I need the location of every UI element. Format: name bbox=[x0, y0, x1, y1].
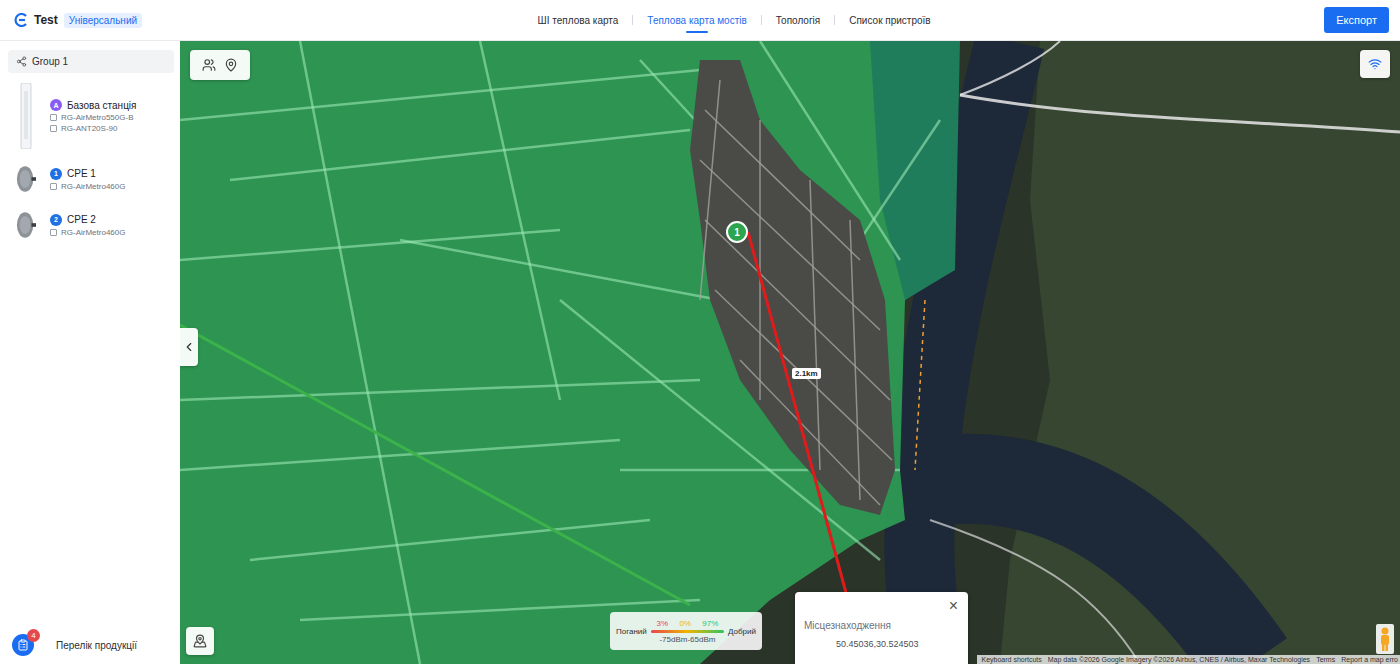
project-badge: Універсальний bbox=[64, 13, 142, 28]
model-icon bbox=[50, 125, 57, 132]
project-title: Test bbox=[34, 13, 58, 27]
device-model: RG-AirMetro460G bbox=[50, 182, 125, 191]
app-window: Test Універсальний ШІ теплова карта Теплова… bbox=[0, 0, 1400, 664]
legend-shares: 3% 0% 97% bbox=[651, 619, 724, 628]
popup-coords: 50.45036,30.524503 bbox=[804, 639, 958, 649]
export-button[interactable]: Експорт bbox=[1324, 7, 1389, 33]
device-list: A Базова станція RG-AirMetro550G-B RG-ANT20… bbox=[8, 73, 174, 241]
map-pinned-icon bbox=[193, 634, 207, 648]
device-label: CPE 1 bbox=[67, 168, 96, 179]
device-model: RG-AirMetro460G bbox=[50, 228, 125, 237]
location-popup: × Місцезнаходження 50.45036,30.524503 bbox=[795, 592, 968, 664]
pegman-icon bbox=[1376, 624, 1394, 654]
signal-legend: Поганий 3% 0% 97% -75dBm-65dBm Добрий bbox=[610, 612, 762, 650]
model-label: RG-AirMetro460G bbox=[61, 182, 125, 191]
legend-share: 3% bbox=[656, 619, 668, 628]
model-icon bbox=[50, 183, 57, 190]
device-name: 2 CPE 2 bbox=[50, 214, 125, 226]
map-canvas[interactable] bbox=[180, 41, 1400, 664]
base-station-icon bbox=[19, 83, 33, 149]
location-button[interactable] bbox=[186, 627, 214, 655]
device-thumb bbox=[16, 163, 36, 195]
map-attribution: Keyboard shortcuts Map data ©2026 Google … bbox=[977, 655, 1400, 664]
attribution-item[interactable]: Report a map erro bbox=[1341, 656, 1398, 663]
top-bar: Test Універсальний ШІ теплова карта Теплова… bbox=[0, 0, 1400, 41]
model-icon bbox=[50, 114, 57, 121]
legend-scale: 3% 0% 97% -75dBm-65dBm bbox=[651, 619, 724, 644]
legend-bar bbox=[651, 630, 724, 633]
device-thumb bbox=[16, 209, 36, 241]
tab[interactable]: Список пристроїв bbox=[849, 7, 930, 34]
model-icon bbox=[50, 229, 57, 236]
map-pin-icon[interactable] bbox=[224, 58, 238, 72]
brand: Test Універсальний bbox=[14, 13, 344, 28]
device-text: 2 CPE 2 RG-AirMetro460G bbox=[50, 214, 125, 237]
pegman[interactable] bbox=[1376, 624, 1394, 654]
legend-share: 0% bbox=[679, 619, 691, 628]
device-item[interactable]: 2 CPE 2 RG-AirMetro460G bbox=[16, 209, 174, 241]
tab[interactable]: Топологія bbox=[776, 7, 820, 34]
device-item[interactable]: 1 CPE 1 RG-AirMetro460G bbox=[16, 163, 174, 195]
tab[interactable]: ШІ теплова карта bbox=[538, 7, 619, 34]
legend-good: Добрий bbox=[728, 627, 756, 636]
attribution-item[interactable]: Map data ©2026 Google Imagery ©2026 Airb… bbox=[1048, 656, 1310, 663]
legend-bad: Поганий bbox=[616, 627, 647, 636]
attribution-item[interactable]: Keyboard shortcuts bbox=[981, 656, 1041, 663]
device-label: CPE 2 bbox=[67, 214, 96, 225]
map-tools bbox=[190, 50, 250, 80]
device-name: A Базова станція bbox=[50, 99, 137, 111]
map[interactable]: 1 2.1km Поганий 3% 0% 97% -75dBm-65dBm Добрий × М… bbox=[180, 41, 1400, 664]
device-model: RG-AirMetro550G-B bbox=[50, 113, 137, 122]
signal-icon bbox=[1368, 57, 1382, 71]
device-node[interactable]: 1 bbox=[726, 221, 748, 243]
device-marker: 2 bbox=[50, 214, 62, 226]
group-row[interactable]: Group 1 bbox=[8, 50, 174, 73]
sidebar: Group 1 A Базова станція RG-AirMetro550G-B R… bbox=[0, 41, 180, 664]
tab-separator bbox=[632, 15, 633, 25]
share-icon bbox=[16, 56, 27, 67]
legend-share: 97% bbox=[702, 619, 718, 628]
device-marker: 1 bbox=[50, 168, 62, 180]
products-label: Перелік продукції bbox=[56, 640, 137, 651]
chevron-left-icon bbox=[182, 340, 196, 354]
group-label: Group 1 bbox=[32, 56, 68, 67]
tab[interactable]: Теплова карта мостів bbox=[647, 7, 746, 34]
clipboard-icon bbox=[17, 639, 29, 651]
tab-separator bbox=[834, 15, 835, 25]
popup-title: Місцезнаходження bbox=[804, 620, 958, 631]
products-icon-wrap: 4 bbox=[12, 634, 34, 656]
logo-icon bbox=[14, 13, 28, 27]
device-thumb bbox=[16, 83, 36, 149]
device-model: RG-ANT20S-90 bbox=[50, 124, 137, 133]
link-distance: 2.1km bbox=[792, 368, 821, 379]
users-icon[interactable] bbox=[202, 58, 216, 72]
popup-close[interactable]: × bbox=[949, 598, 958, 614]
model-label: RG-AirMetro460G bbox=[61, 228, 125, 237]
cpe-dish-icon bbox=[16, 210, 36, 240]
device-text: 1 CPE 1 RG-AirMetro460G bbox=[50, 168, 125, 191]
device-name: 1 CPE 1 bbox=[50, 168, 125, 180]
body: Group 1 A Базова станція RG-AirMetro550G-B R… bbox=[0, 41, 1400, 664]
attribution-item[interactable]: Terms bbox=[1316, 656, 1335, 663]
device-item[interactable]: A Базова станція RG-AirMetro550G-B RG-ANT20… bbox=[16, 83, 174, 149]
collapse-button[interactable] bbox=[180, 328, 198, 366]
tab-separator bbox=[761, 15, 762, 25]
device-text: A Базова станція RG-AirMetro550G-B RG-ANT20… bbox=[50, 99, 137, 133]
device-label: Базова станція bbox=[67, 100, 137, 111]
model-label: RG-AirMetro550G-B bbox=[61, 113, 133, 122]
cpe-dish-icon bbox=[16, 164, 36, 194]
product-list-button[interactable]: 4 Перелік продукції bbox=[8, 634, 174, 656]
count-badge: 4 bbox=[27, 629, 40, 642]
legend-range: -75dBm-65dBm bbox=[659, 635, 715, 644]
signal-button[interactable] bbox=[1360, 50, 1390, 78]
device-marker: A bbox=[50, 99, 62, 111]
model-label: RG-ANT20S-90 bbox=[61, 124, 117, 133]
tab-bar: ШІ теплова карта Теплова карта мостів Топо… bbox=[344, 7, 1324, 34]
